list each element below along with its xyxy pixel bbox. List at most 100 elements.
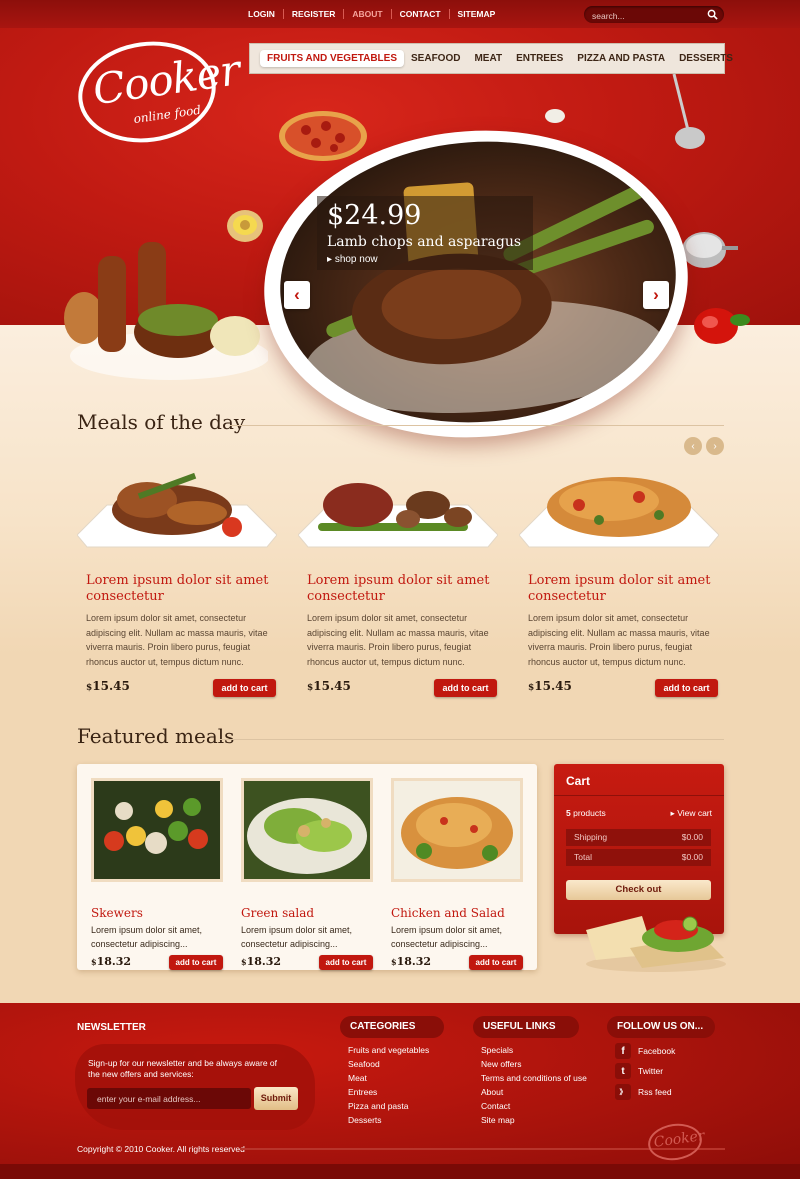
meal-price: $15.45	[528, 679, 572, 693]
featured-meals-panel: Skewers Lorem ipsum dolor sit amet, cons…	[77, 764, 537, 970]
chevron-left-icon: ‹	[294, 285, 300, 304]
top-nav-login[interactable]: LOGIN	[240, 9, 284, 19]
twitter-icon: t	[615, 1063, 631, 1079]
footer-link[interactable]: Meat	[348, 1071, 429, 1085]
top-nav-about[interactable]: ABOUT	[344, 9, 392, 19]
category-entrees[interactable]: ENTREES	[509, 50, 570, 67]
copyright-text: Copyright © 2010 Cooker. All rights rese…	[77, 1144, 245, 1154]
footer-link[interactable]: Fruits and vegetables	[348, 1043, 429, 1057]
category-pizza-and-pasta[interactable]: PIZZA AND PASTA	[570, 50, 672, 67]
section-divider	[230, 425, 724, 426]
meal-image-2	[298, 483, 498, 548]
meal-title[interactable]: Lorem ipsum dolor sit amet consectetur	[528, 573, 718, 605]
useful-links-title: USEFUL LINKS	[473, 1016, 579, 1038]
newsletter-submit-button[interactable]: Submit	[254, 1087, 298, 1110]
cart-title: Cart	[554, 764, 724, 796]
add-to-cart-button[interactable]: add to cart	[169, 955, 223, 970]
meal-title[interactable]: Lorem ipsum dolor sit amet consectetur	[307, 573, 497, 605]
total-value: $0.00	[681, 852, 703, 862]
featured-title[interactable]: Chicken and Salad	[391, 906, 505, 920]
add-to-cart-button[interactable]: add to cart	[469, 955, 523, 970]
search-input[interactable]	[584, 7, 694, 25]
meal-description: Lorem ipsum dolor sit amet, consectetur …	[528, 613, 710, 667]
newsletter-email-input[interactable]	[87, 1088, 251, 1109]
top-nav-sitemap[interactable]: SITEMAP	[450, 9, 504, 19]
footer-link[interactable]: Terms and conditions of use	[481, 1071, 587, 1085]
ladle-image	[672, 74, 705, 149]
meals-next-button[interactable]: ›	[706, 437, 724, 455]
social-label: Facebook	[638, 1046, 676, 1056]
pizza-image	[279, 111, 367, 161]
social-facebook-link[interactable]: f Facebook	[615, 1043, 675, 1059]
featured-title[interactable]: Skewers	[91, 906, 143, 920]
meal-image-1	[77, 472, 277, 548]
footer-link[interactable]: Specials	[481, 1043, 587, 1057]
add-to-cart-button[interactable]: add to cart	[434, 679, 497, 697]
category-seafood[interactable]: SEAFOOD	[404, 50, 467, 67]
chevron-left-icon: ‹	[691, 440, 695, 452]
footer-categories-list: Fruits and vegetables Seafood Meat Entre…	[348, 1043, 429, 1127]
footer-link[interactable]: New offers	[481, 1057, 587, 1071]
footer-link[interactable]: Seafood	[348, 1057, 429, 1071]
slider-next-button[interactable]: ›	[643, 281, 669, 309]
footer-link[interactable]: About	[481, 1085, 587, 1099]
category-nav: FRUITS AND VEGETABLES SEAFOOD MEAT ENTRE…	[249, 43, 733, 74]
checkout-button[interactable]: Check out	[566, 880, 711, 900]
arrow-right-icon: ▸	[670, 808, 675, 818]
cart-total-row: Total $0.00	[566, 849, 711, 866]
sandwich-image	[586, 916, 726, 972]
footer-useful-links-list: Specials New offers Terms and conditions…	[481, 1043, 587, 1127]
meal-price: $15.45	[86, 679, 130, 693]
meal-description: Lorem ipsum dolor sit amet, consectetur …	[86, 613, 268, 667]
featured-description: Lorem ipsum dolor sit amet, consectetur …	[91, 925, 203, 949]
add-to-cart-button[interactable]: add to cart	[319, 955, 373, 970]
meal-description: Lorem ipsum dolor sit amet, consectetur …	[307, 613, 489, 667]
slider-shop-link[interactable]: ▸ shop now	[327, 254, 378, 265]
social-twitter-link[interactable]: t Twitter	[615, 1063, 663, 1079]
meal-title[interactable]: Lorem ipsum dolor sit amet consectetur	[86, 573, 276, 605]
search-icon[interactable]	[707, 9, 718, 20]
featured-title[interactable]: Green salad	[241, 906, 314, 920]
footer-link[interactable]: Entrees	[348, 1085, 429, 1099]
featured-section-title: Featured meals	[77, 724, 235, 748]
meals-prev-button[interactable]: ‹	[684, 437, 702, 455]
featured-image-chicken-and-salad[interactable]	[391, 778, 523, 882]
slider-price: $24.99	[327, 200, 422, 231]
chevron-right-icon: ›	[713, 440, 717, 452]
footer-link[interactable]: Site map	[481, 1113, 587, 1127]
category-desserts[interactable]: DESSERTS	[672, 50, 740, 67]
view-cart-link[interactable]: ▸ View cart	[671, 808, 712, 819]
social-label: Twitter	[638, 1066, 664, 1076]
shipping-value: $0.00	[681, 832, 703, 842]
follow-us-title: FOLLOW US ON...	[607, 1016, 715, 1038]
shop-arrow-icon: ▸	[327, 254, 333, 265]
footer-link[interactable]: Desserts	[348, 1113, 429, 1127]
slider-prev-button[interactable]: ‹	[284, 281, 310, 309]
footer-bottom-bar	[0, 1164, 800, 1179]
featured-price: $18.32	[391, 955, 432, 968]
featured-image-skewers[interactable]	[91, 778, 223, 882]
newsletter-text: Sign-up for our newsletter and be always…	[88, 1058, 277, 1079]
top-nav-register[interactable]: REGISTER	[284, 9, 345, 19]
add-to-cart-button[interactable]: add to cart	[213, 679, 276, 697]
cart-shipping-row: Shipping $0.00	[566, 829, 711, 846]
social-rss-link[interactable]: 》 Rss feed	[615, 1084, 672, 1100]
garlic-image	[545, 109, 565, 123]
meal-price: $15.45	[307, 679, 351, 693]
category-fruits-and-vegetables[interactable]: FRUITS AND VEGETABLES	[260, 50, 405, 67]
spices-image	[64, 242, 268, 380]
featured-image-green-salad[interactable]	[241, 778, 373, 882]
featured-description: Lorem ipsum dolor sit amet, consectetur …	[391, 925, 503, 949]
footer-link[interactable]: Pizza and pasta	[348, 1099, 429, 1113]
facebook-icon: f	[615, 1043, 631, 1059]
social-label: Rss feed	[638, 1087, 672, 1097]
search-box	[584, 6, 724, 25]
pepper-image	[694, 308, 750, 344]
slider-shop-label: shop now	[334, 254, 378, 265]
top-nav-contact[interactable]: CONTACT	[392, 9, 450, 19]
add-to-cart-button[interactable]: add to cart	[655, 679, 718, 697]
categories-title: CATEGORIES	[340, 1016, 444, 1038]
footer-link[interactable]: Contact	[481, 1099, 587, 1113]
featured-price: $18.32	[241, 955, 282, 968]
category-meat[interactable]: MEAT	[467, 50, 509, 67]
